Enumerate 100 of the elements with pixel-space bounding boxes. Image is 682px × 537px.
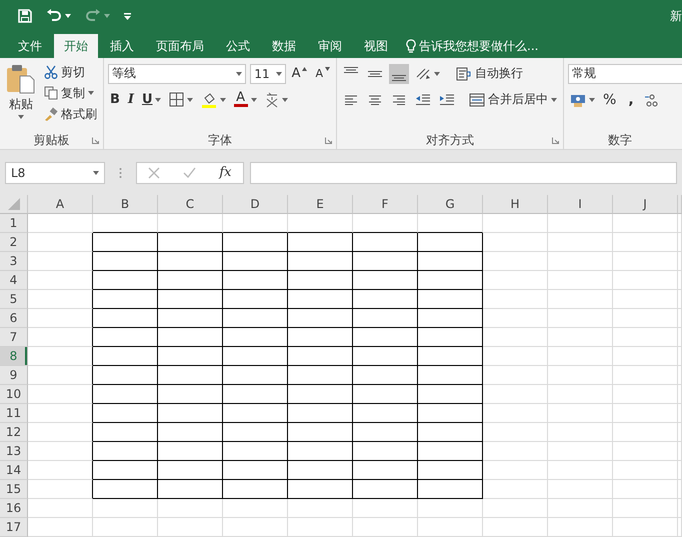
grid-cell[interactable] [288, 252, 353, 271]
italic-button[interactable]: I [126, 90, 136, 110]
grid-cell[interactable] [158, 233, 223, 252]
row-header[interactable]: 3 [0, 252, 28, 271]
grid-cell[interactable] [288, 328, 353, 347]
grid-cell[interactable] [28, 461, 93, 480]
grid-cell[interactable] [28, 423, 93, 442]
row-header[interactable]: 10 [0, 385, 28, 404]
grid-cell[interactable] [353, 404, 418, 423]
row-header[interactable]: 9 [0, 366, 28, 385]
grid-cell[interactable] [223, 404, 288, 423]
dialog-launcher-icon[interactable] [325, 137, 332, 144]
grid-cell[interactable] [353, 480, 418, 499]
grid-cell[interactable] [93, 461, 158, 480]
grid-cell[interactable] [223, 252, 288, 271]
row-header[interactable]: 8 [0, 347, 28, 366]
comma-button[interactable]: , [622, 90, 640, 110]
grid-cell[interactable] [288, 347, 353, 366]
grid-cell[interactable] [28, 347, 93, 366]
row-header[interactable]: 15 [0, 480, 28, 499]
tell-me-field[interactable]: 告诉我您想要做什么... [406, 34, 559, 58]
grid-cell[interactable] [288, 233, 353, 252]
grid-cell[interactable] [353, 461, 418, 480]
grid-cell[interactable] [223, 442, 288, 461]
grid-cell[interactable] [418, 404, 483, 423]
grid-cell[interactable] [158, 309, 223, 328]
grid-cell[interactable] [158, 461, 223, 480]
undo-icon[interactable] [46, 9, 62, 23]
format-painter-button[interactable]: 格式刷 [42, 104, 99, 124]
grid-cell[interactable] [93, 252, 158, 271]
grid-cell[interactable] [418, 252, 483, 271]
grid-cell[interactable] [28, 328, 93, 347]
increase-decimal-icon[interactable] [644, 92, 658, 106]
grid-cell[interactable] [288, 480, 353, 499]
column-header[interactable]: A [28, 195, 93, 214]
grid-cell[interactable] [353, 290, 418, 309]
column-header[interactable]: C [158, 195, 223, 214]
column-header[interactable]: E [288, 195, 353, 214]
grid-cell[interactable] [158, 366, 223, 385]
grid-cell[interactable] [93, 423, 158, 442]
grid-cell[interactable] [223, 366, 288, 385]
borders-button[interactable] [166, 90, 195, 110]
row-header[interactable]: 5 [0, 290, 28, 309]
ribbon-tab[interactable]: 页面布局 [146, 34, 214, 58]
caret-icon[interactable] [65, 14, 71, 18]
grid-cell[interactable] [418, 385, 483, 404]
grow-font-button[interactable]: A [290, 64, 310, 84]
paste-button[interactable]: 粘贴 [4, 62, 38, 131]
percent-button[interactable]: % [601, 90, 618, 110]
grid-cell[interactable] [158, 385, 223, 404]
ribbon-tab[interactable]: 公式 [216, 34, 260, 58]
grid-cell[interactable] [158, 252, 223, 271]
row-header[interactable]: 14 [0, 461, 28, 480]
grid-cell[interactable] [418, 271, 483, 290]
grid-cell[interactable] [223, 461, 288, 480]
grid-cell[interactable] [353, 252, 418, 271]
cut-button[interactable]: 剪切 [42, 62, 99, 82]
formula-field[interactable] [250, 162, 677, 184]
grid-cell[interactable] [28, 366, 93, 385]
font-size-dropdown[interactable]: 11 [250, 64, 286, 84]
grid-cell[interactable] [223, 328, 288, 347]
row-header[interactable]: 7 [0, 328, 28, 347]
ribbon-tab[interactable]: 开始 [54, 34, 98, 58]
merge-center-button[interactable]: 合并后居中 [467, 90, 559, 110]
row-header[interactable]: 16 [0, 499, 28, 518]
grid-cell[interactable] [288, 461, 353, 480]
ribbon-tab[interactable]: 文件 [8, 34, 52, 58]
grid-cell[interactable] [28, 404, 93, 423]
grid-cell[interactable] [28, 233, 93, 252]
grid-cell[interactable] [353, 271, 418, 290]
grid-cell[interactable] [93, 309, 158, 328]
ribbon-tab[interactable]: 视图 [354, 34, 398, 58]
row-header[interactable]: 12 [0, 423, 28, 442]
grid-cell[interactable] [93, 271, 158, 290]
row-header[interactable]: 6 [0, 309, 28, 328]
grid-cell[interactable] [418, 423, 483, 442]
grid-cell[interactable] [28, 385, 93, 404]
insert-function-button[interactable]: fx [219, 165, 232, 180]
grid-cell[interactable] [223, 290, 288, 309]
bold-button[interactable]: B [108, 90, 122, 110]
grid-cell[interactable] [418, 366, 483, 385]
wrap-text-button[interactable]: 自动换行 [454, 64, 525, 84]
grid-cell[interactable] [223, 423, 288, 442]
grid-cell[interactable] [158, 404, 223, 423]
grid-cell[interactable] [418, 480, 483, 499]
row-header[interactable]: 11 [0, 404, 28, 423]
row-header[interactable]: 17 [0, 518, 28, 537]
grid-cell[interactable] [288, 442, 353, 461]
grid-cell[interactable] [93, 366, 158, 385]
grid-cell[interactable] [93, 442, 158, 461]
grid-cell[interactable] [158, 442, 223, 461]
grid-cell[interactable] [28, 252, 93, 271]
vertical-align-button[interactable] [389, 64, 409, 84]
grid-cell[interactable] [158, 271, 223, 290]
grid-cell[interactable] [288, 366, 353, 385]
grid-cell[interactable] [28, 309, 93, 328]
customize-icon[interactable] [124, 12, 131, 20]
grid-cell[interactable] [158, 328, 223, 347]
grid-cell[interactable] [288, 309, 353, 328]
column-header[interactable]: I [548, 195, 613, 214]
